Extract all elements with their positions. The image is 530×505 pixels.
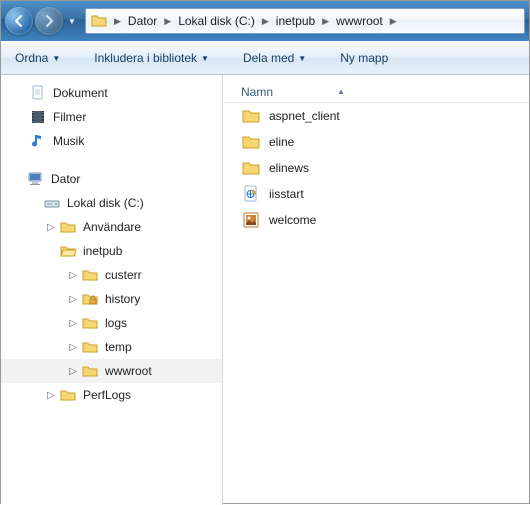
back-button[interactable] [5,7,33,35]
tree-item-logs[interactable]: ▷ logs [1,311,222,335]
folder-open-icon [59,242,77,260]
tree-item-music[interactable]: Musik [1,129,222,153]
breadcrumb-separator[interactable]: ▶ [111,16,124,27]
tree-label: Musik [53,134,84,148]
tree-item-history[interactable]: ▷ history [1,287,222,311]
tree-item-documents[interactable]: Dokument [1,81,222,105]
column-header-row: Namn ▲ [223,81,529,103]
arrow-right-icon [42,14,56,28]
new-folder-button[interactable]: Ny mapp [334,47,394,69]
tree-label: Lokal disk (C:) [67,196,144,210]
toolbar: Ordna ▼ Inkludera i bibliotek ▼ Dela med… [1,41,529,75]
chevron-down-icon: ▼ [201,54,209,63]
image-file-icon [241,210,261,230]
organize-button[interactable]: Ordna ▼ [9,47,66,69]
folder-icon [241,158,261,178]
file-row[interactable]: elinews [223,155,529,181]
tree-label: logs [105,316,127,330]
file-items: aspnet_clienteline elinews iisstart welcome [223,103,529,233]
expand-toggle[interactable]: ▷ [67,318,79,329]
expand-toggle[interactable]: ▷ [45,222,57,233]
tree-label: temp [105,340,132,354]
include-label: Inkludera i bibliotek [94,51,197,65]
folder-locked-icon [81,290,99,308]
forward-button[interactable] [35,7,63,35]
tree-label: PerfLogs [83,388,131,402]
file-row[interactable]: iisstart [223,181,529,207]
drive-icon [43,194,61,212]
tree-label: inetpub [83,244,122,258]
breadcrumb-seg-2[interactable]: inetpub [272,9,319,33]
tree-item-videos[interactable]: Filmer [1,105,222,129]
expand-toggle[interactable]: ▷ [67,342,79,353]
tree-item-inetpub[interactable]: inetpub [1,239,222,263]
tree-item-computer[interactable]: Dator [1,167,222,191]
file-name: welcome [269,213,316,227]
tree-item-wwwroot[interactable]: ▷ wwwroot [1,359,222,383]
column-label: Namn [241,85,273,99]
tree-label: Dator [51,172,80,186]
tree-label: history [105,292,140,306]
arrow-left-icon [12,14,26,28]
tree-item-users[interactable]: ▷ Användare [1,215,222,239]
tree-label: Dokument [53,86,108,100]
file-name: iisstart [269,187,304,201]
file-row[interactable]: eline [223,129,529,155]
documents-icon [29,84,47,102]
folder-icon [81,266,99,284]
breadcrumb-separator[interactable]: ▶ [387,16,400,27]
html-file-icon [241,184,261,204]
tree-item-drive-c[interactable]: Lokal disk (C:) [1,191,222,215]
expand-toggle[interactable]: ▷ [67,366,79,377]
chevron-down-icon: ▼ [52,54,60,63]
file-row[interactable]: aspnet_client [223,103,529,129]
file-name: aspnet_client [269,109,340,123]
organize-label: Ordna [15,51,48,65]
tree-label: custerr [105,268,142,282]
address-bar[interactable]: ▶ Dator ▶ Lokal disk (C:) ▶ inetpub ▶ ww… [85,8,525,34]
file-list-pane: Namn ▲ aspnet_clienteline elinews iisstart… [223,75,529,505]
nav-history-dropdown[interactable]: ▼ [65,7,79,35]
expand-toggle[interactable]: ▷ [67,294,79,305]
include-library-button[interactable]: Inkludera i bibliotek ▼ [88,47,215,69]
breadcrumb-separator[interactable]: ▶ [259,16,272,27]
breadcrumb-separator[interactable]: ▶ [319,16,332,27]
column-header-name[interactable]: Namn ▲ [241,85,345,99]
folder-icon [241,106,261,126]
expand-toggle[interactable]: ▷ [67,270,79,281]
tree-label: wwwroot [105,364,152,378]
chevron-down-icon: ▼ [298,54,306,63]
folder-icon [59,218,77,236]
music-icon [29,132,47,150]
tree-item-temp[interactable]: ▷ temp [1,335,222,359]
breadcrumb-seg-0[interactable]: Dator [124,9,161,33]
breadcrumb-separator[interactable]: ▶ [161,16,174,27]
explorer-body: Dokument Filmer Musik Dator [1,75,529,505]
folder-icon [81,362,99,380]
expand-toggle[interactable]: ▷ [45,390,57,401]
breadcrumb-seg-3[interactable]: wwwroot [332,9,387,33]
file-name: elinews [269,161,309,175]
film-icon [29,108,47,126]
tree-item-perflogs[interactable]: ▷ PerfLogs [1,383,222,407]
tree-item-custerr[interactable]: ▷ custerr [1,263,222,287]
folder-icon [59,386,77,404]
computer-icon [27,170,45,188]
file-row[interactable]: welcome [223,207,529,233]
share-button[interactable]: Dela med ▼ [237,47,312,69]
new-folder-label: Ny mapp [340,51,388,65]
breadcrumb-seg-1[interactable]: Lokal disk (C:) [174,9,259,33]
tree-pane: Dokument Filmer Musik Dator [1,75,223,505]
tree-label: Användare [83,220,141,234]
file-name: eline [269,135,294,149]
folder-icon [81,314,99,332]
share-label: Dela med [243,51,294,65]
sort-indicator-icon: ▲ [337,87,345,96]
tree-label: Filmer [53,110,86,124]
navigation-bar: ▼ ▶ Dator ▶ Lokal disk (C:) ▶ inetpub ▶ … [1,1,529,41]
folder-icon [81,338,99,356]
folder-icon [241,132,261,152]
folder-icon [90,12,108,30]
